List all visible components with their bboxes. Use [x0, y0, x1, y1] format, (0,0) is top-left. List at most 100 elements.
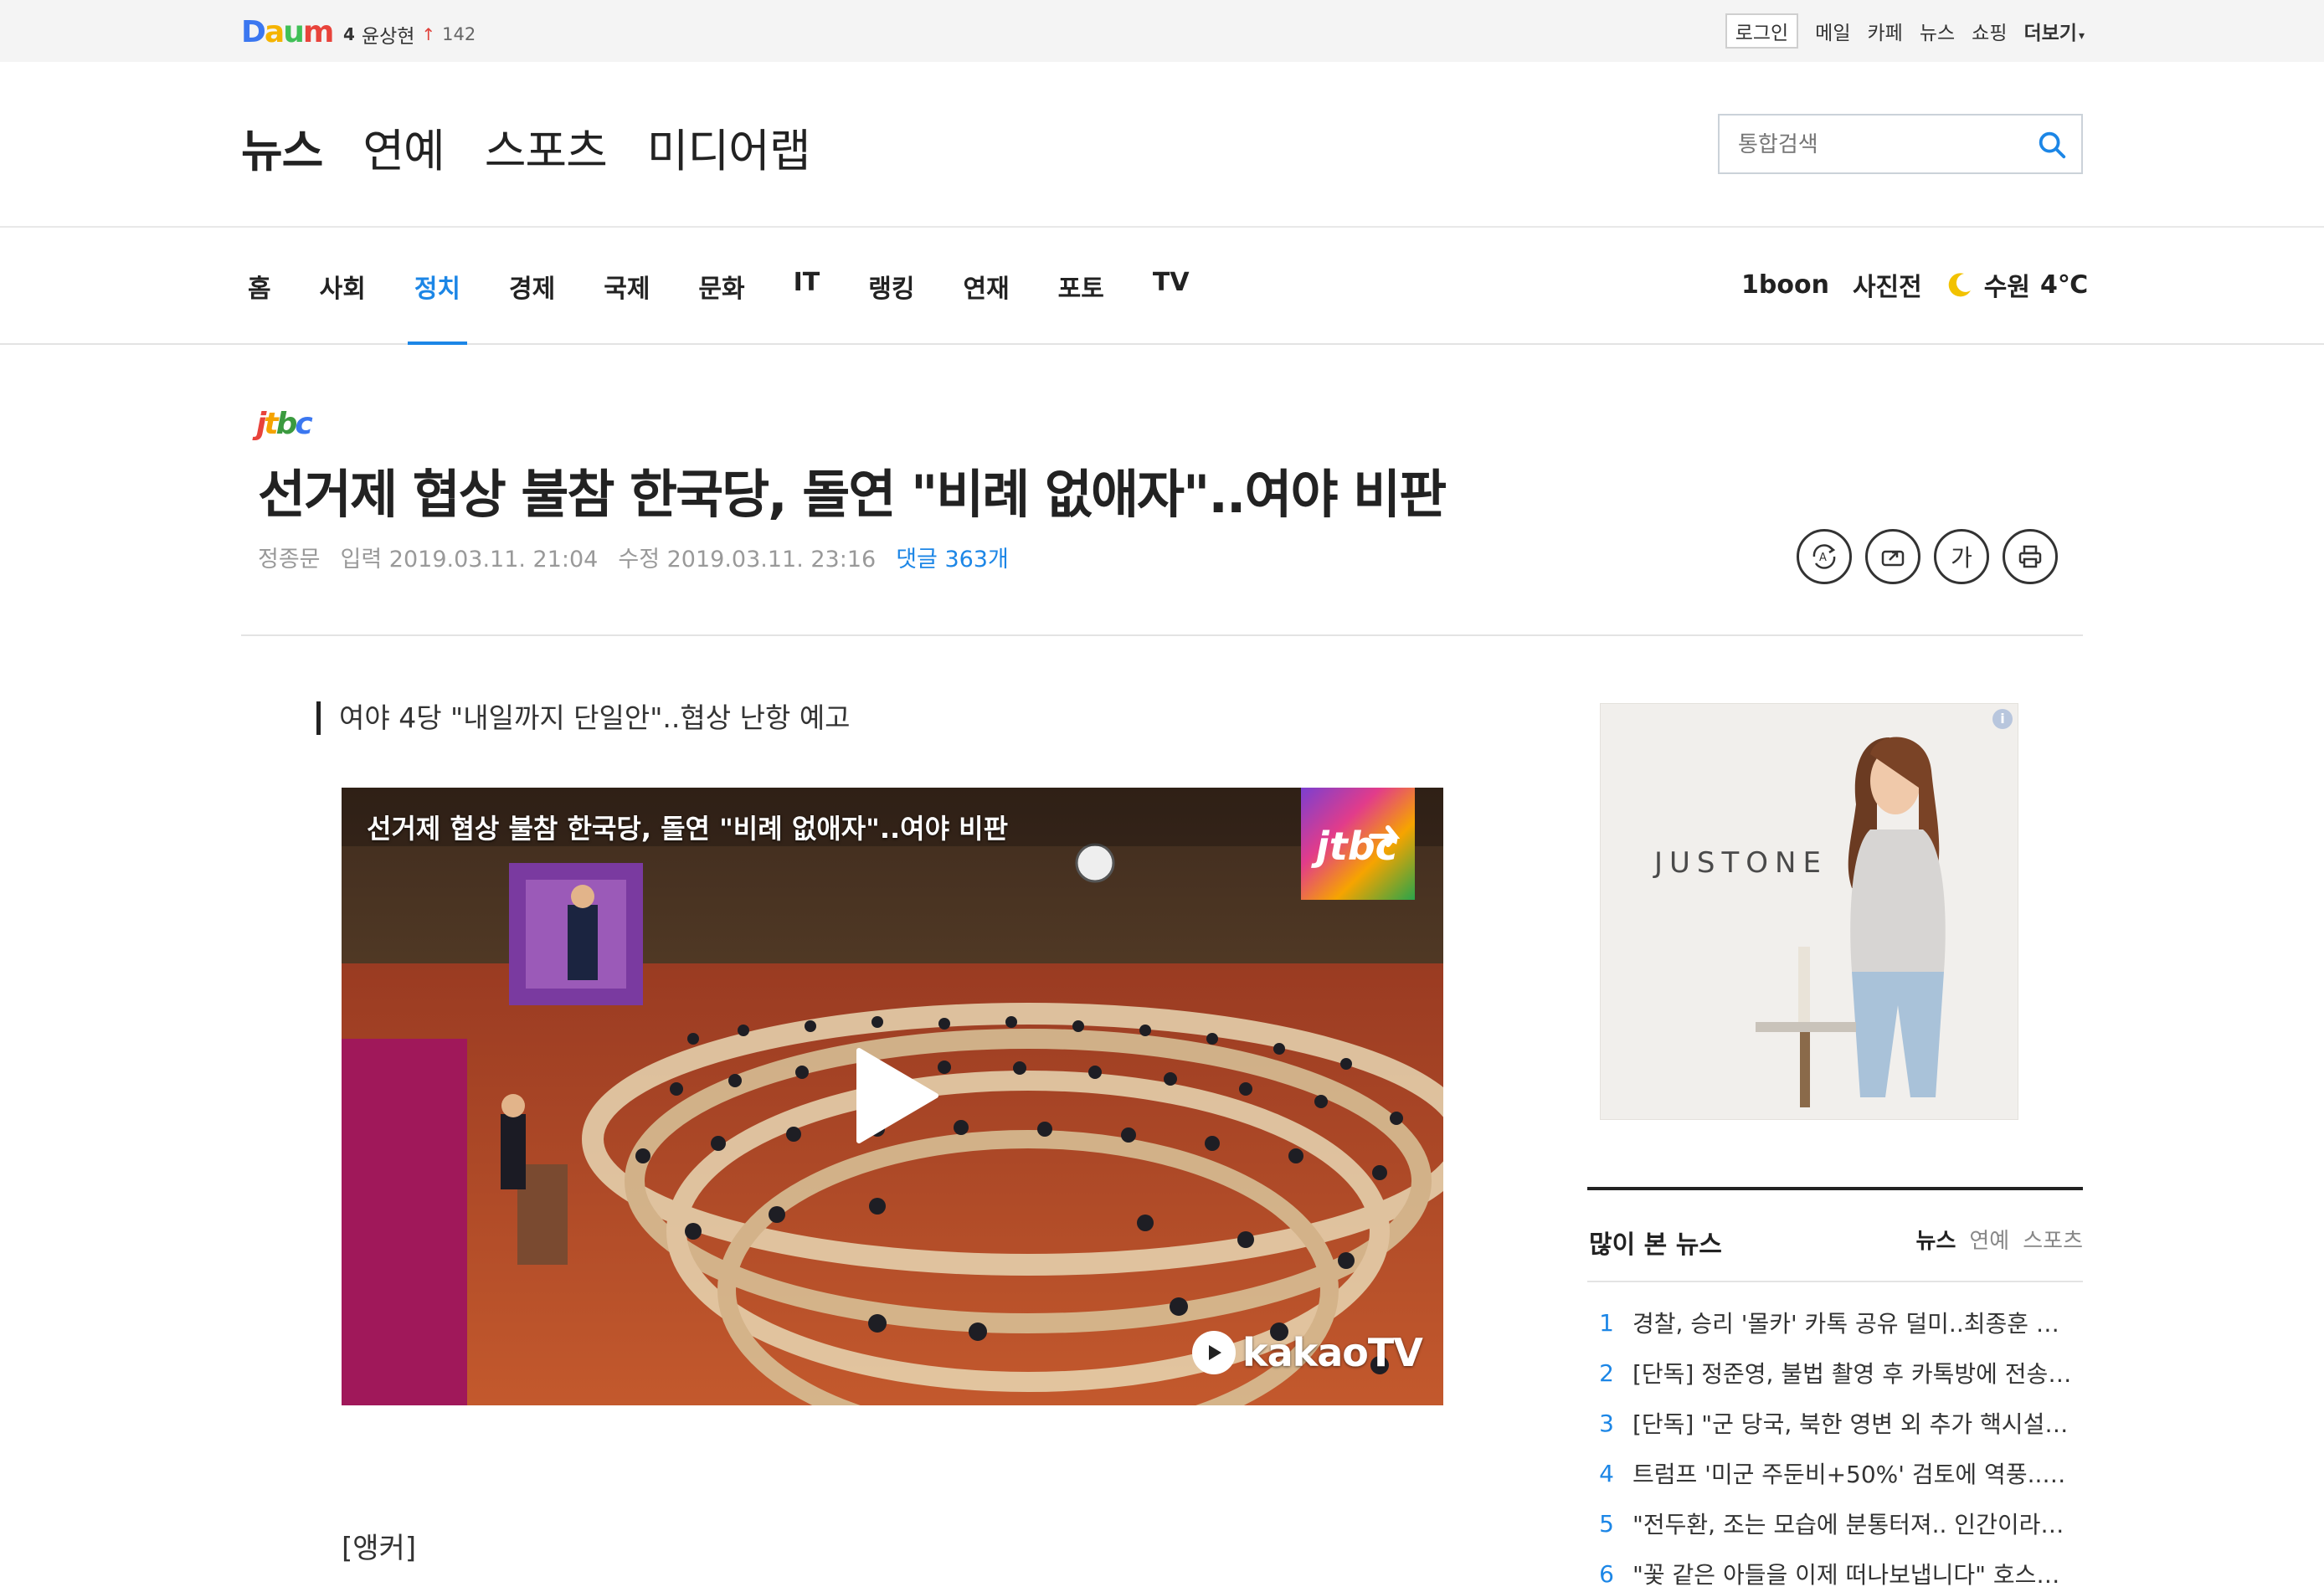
popular-news-item[interactable]: 3 [단독] "군 당국, 북한 영변 외 추가 핵시설 가동 중" — [1587, 1398, 2083, 1448]
article-author: 정종문 — [258, 547, 321, 573]
photo-exhibit-link[interactable]: 사진전 — [1853, 266, 1922, 303]
press-letter: b — [275, 407, 298, 441]
jtbc-channel-badge[interactable]: jtbc — [1301, 788, 1415, 900]
ad-info-icon[interactable]: i — [1992, 709, 2013, 729]
popular-tab-entertainment[interactable]: 연예 — [1969, 1224, 2009, 1255]
play-icon[interactable] — [856, 1047, 939, 1144]
logo-letter: m — [302, 15, 334, 49]
svg-text:jtbc: jtbc — [1311, 824, 1398, 869]
logo-letter: u — [283, 15, 305, 49]
category-culture[interactable]: 문화 — [698, 268, 744, 305]
logo-letter: D — [241, 15, 266, 49]
gnb-mail-link[interactable]: 메일 — [1815, 17, 1850, 45]
section-tab-medialab[interactable]: 미디어랩 — [647, 114, 811, 180]
category-ranking[interactable]: 랭킹 — [868, 268, 914, 305]
kakaotv-label: kakaoTV — [1242, 1330, 1423, 1375]
news-headline: [단독] "군 당국, 북한 영변 외 추가 핵시설 가동 중" — [1632, 1410, 2075, 1438]
comment-count-link[interactable]: 댓글 363개 — [896, 541, 1009, 573]
category-politics[interactable]: 정치 — [407, 268, 468, 345]
news-headline: "꽃 같은 아들을 이제 떠나보냅니다" 호스피스 병동 — [1632, 1561, 2075, 1587]
kakaotv-play-icon — [1192, 1331, 1236, 1374]
gnb-more-label: 더보기 — [2023, 23, 2077, 44]
category-society[interactable]: 사회 — [320, 268, 366, 305]
caret-down-icon: ▾ — [2078, 29, 2085, 43]
moon-icon — [1948, 273, 1971, 297]
popular-news-tabs: 뉴스 연예 스포츠 — [1916, 1224, 2083, 1255]
category-world[interactable]: 국제 — [604, 268, 650, 305]
news-rank: 3 — [1599, 1409, 1614, 1437]
gnb-more-button[interactable]: 더보기 ▾ — [2023, 17, 2085, 45]
category-tv[interactable]: TV — [1153, 268, 1190, 305]
article-body-text: [앵커] — [342, 1532, 417, 1565]
popular-news-item[interactable]: 5 "전두환, 조는 모습에 분통터져.. 인간이라면.." — [1587, 1498, 2083, 1548]
share-button[interactable] — [1865, 529, 1920, 584]
category-it[interactable]: IT — [794, 268, 820, 305]
weather-city: 수원 — [1983, 273, 2030, 302]
popular-news-item[interactable]: 2 [단독] 정준영, 불법 촬영 후 카톡방에 전송..피해 여성 — [1587, 1348, 2083, 1398]
article-divider — [241, 634, 2083, 636]
news-rank: 2 — [1599, 1358, 1614, 1387]
article-title: 선거제 협상 불참 한국당, 돌연 "비례 없애자"..여야 비판 — [258, 464, 1447, 525]
article-tools: A 가 — [1797, 529, 2058, 584]
gnb-shopping-link[interactable]: 쇼핑 — [1972, 17, 2007, 45]
news-rank: 5 — [1599, 1509, 1614, 1538]
video-title: 선거제 협상 불참 한국당, 돌연 "비례 없애자"..여야 비판 — [367, 813, 1009, 845]
kakaotv-logo: kakaoTV — [1192, 1330, 1423, 1375]
weather-widget[interactable]: 수원 4℃ — [1946, 266, 2088, 303]
logo-letter: a — [264, 15, 285, 49]
category-photo[interactable]: 포토 — [1058, 268, 1104, 305]
news-headline: 트럼프 '미군 주둔비+50%' 검토에 역풍.."백치같은 생각" — [1632, 1461, 2075, 1488]
top-bar: Daum 4 윤상현 ↑ 142 로그인 메일 카페 뉴스 쇼핑 더보기 ▾ — [0, 0, 2324, 62]
popular-news-panel: 많이 본 뉴스 뉴스 연예 스포츠 1 경찰, 승리 '몰카' 카톡 공유 덜미.… — [1587, 1187, 2083, 1587]
nav-right: 1boon 사진전 수원 4℃ — [1741, 266, 2088, 303]
keyword-rank: 4 — [343, 24, 355, 44]
section-tab-news[interactable]: 뉴스 — [241, 114, 323, 180]
news-headline: [단독] 정준영, 불법 촬영 후 카톡방에 전송..피해 여성 — [1632, 1360, 2075, 1388]
font-size-label: 가 — [1951, 544, 1972, 572]
news-rank: 1 — [1599, 1308, 1614, 1337]
news-headline: "전두환, 조는 모습에 분통터져.. 인간이라면.." — [1632, 1511, 2075, 1538]
popular-tab-sports[interactable]: 스포츠 — [2023, 1224, 2083, 1255]
popular-news-item[interactable]: 1 경찰, 승리 '몰카' 카톡 공유 덜미..최종훈 정준영 승리 — [1587, 1297, 2083, 1348]
press-logo-jtbc[interactable]: jtbc — [256, 407, 313, 441]
share-icon — [1881, 550, 1905, 567]
article-meta: 정종문 입력 2019.03.11. 21:04 수정 2019.03.11. … — [258, 541, 1009, 573]
print-icon — [2018, 545, 2042, 568]
section-tab-sports[interactable]: 스포츠 — [485, 114, 608, 180]
category-series[interactable]: 연재 — [963, 268, 1009, 305]
section-tabs: 뉴스 연예 스포츠 미디어랩 — [241, 114, 811, 180]
realtime-keyword[interactable]: 4 윤상현 ↑ 142 — [343, 20, 476, 49]
popular-news-title: 많이 본 뉴스 — [1589, 1230, 1722, 1260]
category-list: 홈 사회 정치 경제 국제 문화 IT 랭킹 연재 포토 TV — [248, 268, 1238, 345]
category-home[interactable]: 홈 — [248, 268, 271, 305]
gnb-cafe-link[interactable]: 카페 — [1868, 17, 1903, 45]
search-icon[interactable] — [2036, 129, 2068, 161]
keyword-count: 142 — [442, 24, 476, 44]
gnb-news-link[interactable]: 뉴스 — [1920, 17, 1955, 45]
translate-icon: A — [1812, 544, 1836, 569]
video-player[interactable]: 선거제 협상 불참 한국당, 돌연 "비례 없애자"..여야 비판 jtbc k… — [342, 788, 1443, 1405]
login-button[interactable]: 로그인 — [1725, 13, 1799, 49]
ad-model-image — [1601, 704, 2018, 1119]
ad-brand-text: JUSTONE — [1654, 846, 1828, 880]
popular-news-item[interactable]: 6 "꽃 같은 아들을 이제 떠나보냅니다" 호스피스 병동 — [1587, 1548, 2083, 1587]
popular-news-item[interactable]: 4 트럼프 '미군 주둔비+50%' 검토에 역풍.."백치같은 생각" — [1587, 1448, 2083, 1498]
category-economy[interactable]: 경제 — [509, 268, 555, 305]
section-tab-entertainment[interactable]: 연예 — [362, 114, 445, 180]
search-input[interactable] — [1738, 131, 2023, 159]
daum-logo[interactable]: Daum — [241, 15, 334, 49]
press-letter: j — [256, 407, 266, 441]
popular-news-list: 1 경찰, 승리 '몰카' 카톡 공유 덜미..최종훈 정준영 승리 2 [단독] … — [1587, 1282, 2083, 1587]
print-button[interactable] — [2003, 529, 2058, 584]
font-size-button[interactable]: 가 — [1934, 529, 1989, 584]
advertisement-banner[interactable]: JUSTONE i — [1600, 703, 2018, 1120]
oneboon-link[interactable]: 1boon — [1741, 270, 1829, 300]
news-rank: 6 — [1599, 1559, 1614, 1587]
keyword-text: 윤상현 — [361, 26, 415, 48]
weather-temp: 4℃ — [2039, 270, 2089, 300]
press-letter: c — [295, 407, 312, 441]
translate-button[interactable]: A — [1797, 529, 1852, 584]
news-rank: 4 — [1599, 1459, 1614, 1487]
service-header: 뉴스 연예 스포츠 미디어랩 — [0, 62, 2324, 228]
popular-tab-news[interactable]: 뉴스 — [1916, 1224, 1956, 1255]
